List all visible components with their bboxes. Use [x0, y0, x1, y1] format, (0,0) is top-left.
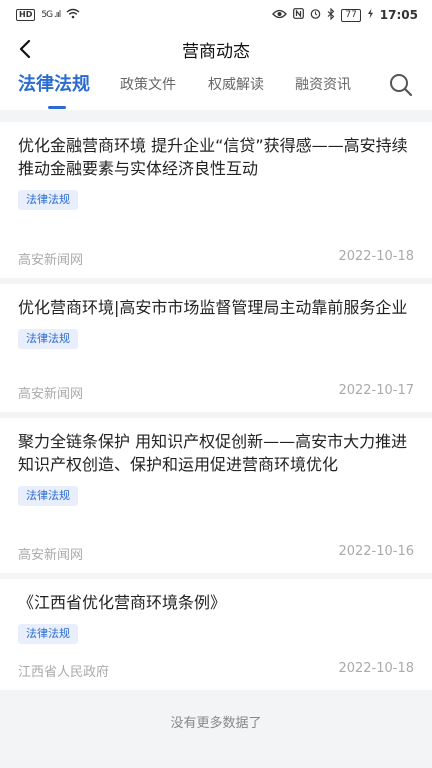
article-tag: 法律法规 [18, 624, 78, 644]
article-source: 高安新闻网 [18, 548, 84, 563]
article-source: 江西省人民政府 [18, 665, 110, 680]
article-meta: 高安新闻网 2022-10-18 [18, 249, 414, 268]
eye-icon [272, 9, 288, 22]
tab-laws[interactable]: 法律法规 [18, 70, 90, 96]
search-button[interactable] [386, 70, 416, 100]
bluetooth-icon [327, 7, 335, 23]
article-tag: 法律法规 [18, 486, 78, 506]
signal-icon: 5G .ııl [41, 10, 61, 20]
article-meta: 江西省人民政府 2022-10-18 [18, 661, 414, 680]
charging-icon [367, 8, 374, 22]
article-title: 聚力全链条保护 用知识产权促创新——高安市大力推进知识产权创造、保护和运用促进营… [18, 432, 408, 474]
article-card[interactable]: 优化营商环境|高安市市场监督管理局主动靠前服务企业 法律法规 高安新闻网 202… [0, 284, 432, 412]
article-date: 2022-10-16 [338, 544, 414, 559]
tab-financing-news[interactable]: 融资资讯 [295, 74, 351, 94]
article-source: 高安新闻网 [18, 253, 84, 268]
navbar: 营商动态 [0, 30, 432, 68]
article-title: 优化金融营商环境 提升企业“信贷”获得感——高安持续推动金融要素与实体经济良性互… [18, 136, 408, 178]
search-icon [390, 74, 413, 97]
article-title: 《江西省优化营商环境条例》 [18, 593, 227, 612]
battery-icon: 77 [341, 8, 361, 22]
hd-badge: HD [16, 9, 36, 21]
alarm-icon [310, 8, 321, 22]
active-tab-indicator [48, 106, 66, 109]
article-title: 优化营商环境|高安市市场监督管理局主动靠前服务企业 [18, 298, 408, 317]
article-date: 2022-10-18 [338, 249, 414, 264]
article-date: 2022-10-17 [338, 383, 414, 398]
article-meta: 高安新闻网 2022-10-17 [18, 383, 414, 402]
status-bar: HD 5G .ııl 77 17:05 [0, 0, 432, 30]
tab-authoritative-interpretation[interactable]: 权威解读 [208, 74, 264, 94]
wifi-icon [66, 8, 80, 22]
article-date: 2022-10-18 [338, 661, 414, 676]
page-title: 营商动态 [182, 42, 250, 62]
status-time: 17:05 [379, 8, 418, 22]
article-card[interactable]: 优化金融营商环境 提升企业“信贷”获得感——高安持续推动金融要素与实体经济良性互… [0, 122, 432, 278]
article-card[interactable]: 聚力全链条保护 用知识产权促创新——高安市大力推进知识产权创造、保护和运用促进营… [0, 418, 432, 573]
article-tag: 法律法规 [18, 190, 78, 210]
status-right: 77 17:05 [272, 7, 418, 23]
article-tag: 法律法规 [18, 329, 78, 349]
article-source: 高安新闻网 [18, 387, 84, 402]
nfc-icon [293, 8, 305, 22]
status-left: HD 5G .ııl [16, 8, 80, 22]
article-card[interactable]: 《江西省优化营商环境条例》 法律法规 江西省人民政府 2022-10-18 [0, 579, 432, 690]
no-more-data-text: 没有更多数据了 [170, 716, 262, 731]
article-meta: 高安新闻网 2022-10-16 [18, 544, 414, 563]
category-tabs: 法律法规 政策文件 权威解读 融资资讯 [0, 68, 432, 110]
tab-policy-docs[interactable]: 政策文件 [120, 74, 176, 94]
